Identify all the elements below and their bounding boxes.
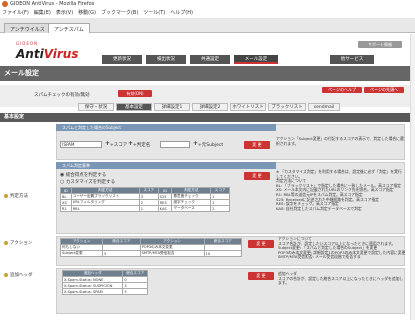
header-side-label-text: 追加ヘッダ xyxy=(10,273,33,278)
judge-side-label: 判定方法 xyxy=(4,193,28,199)
menu-view[interactable]: 表示(V) xyxy=(56,9,73,16)
judge-cell: RBL xyxy=(70,205,140,212)
menu-edit[interactable]: 編集(E) xyxy=(34,9,51,16)
judge-option-total-label: 総合得点を判定する xyxy=(65,173,107,178)
bullet-icon xyxy=(4,193,8,198)
page-top-button[interactable]: ページの先頭へ xyxy=(364,87,404,93)
action-note: アクションについて スコア合計が、設定したいスコア以上になったときに適用されます… xyxy=(278,236,406,260)
action-side-label-text: アクション xyxy=(10,241,33,246)
window-title: GIDEON AntiVirus - Mozilla Firefox xyxy=(10,1,95,7)
header-apply-button[interactable]: 変 更 xyxy=(248,272,274,280)
scan-toggle-button[interactable]: 有効(ON) xyxy=(118,90,152,97)
tab-antivirus[interactable]: アンチウイルス xyxy=(4,23,51,33)
plus-judge-label: +判定名 xyxy=(133,143,151,148)
judge-note: ※ 「カスタマイズ判定」を利用する場合は、設定後に必ず「判定」を実行してください… xyxy=(276,169,402,211)
vertical-scrollbar[interactable] xyxy=(410,34,415,320)
menu-bookmarks[interactable]: ブックマーク(B) xyxy=(101,9,138,16)
table-row: X-Spam-Status: SPAM 5 xyxy=(61,288,148,295)
brand-small: GIDEON xyxy=(16,41,39,46)
scan-label: スパムチェックの有効/無効 xyxy=(34,93,90,98)
action-score-input[interactable]: 10 xyxy=(203,250,243,257)
subtab-bar: 保守・状況 基本設定 詳細設定1 詳細設定2 ホワイトリスト ブラックリスト s… xyxy=(0,103,415,111)
window-titlebar: GIDEON AntiVirus - Mozilla Firefox xyxy=(0,0,415,8)
subtab-basic[interactable]: 基本設定 xyxy=(116,103,152,111)
nav-common-settings[interactable]: 共通設定 xyxy=(190,55,230,64)
header-col-2: 総合スコア xyxy=(122,270,148,277)
menu-help[interactable]: ヘルプ(H) xyxy=(170,9,193,16)
subtab-whitelist[interactable]: ホワイトリスト xyxy=(230,103,266,111)
menu-bar: ファイル(F) 編集(E) 表示(V) 移動(G) ブックマーク(B) ツール(… xyxy=(0,8,415,17)
judge-score-input[interactable]: 2 xyxy=(210,205,230,212)
action-apply-button[interactable]: 変 更 xyxy=(248,240,274,248)
judge-cell: R1 xyxy=(60,205,72,212)
judge-apply-button[interactable]: 変 更 xyxy=(244,172,270,180)
nav-detection-status[interactable]: 検出状況 xyxy=(146,55,186,64)
subtab-sendmail[interactable]: sendmail xyxy=(308,103,340,111)
browser-tab-bar: アンチウイルス アンチスパム xyxy=(0,18,415,33)
subtab-detail2[interactable]: 詳細設定2 xyxy=(192,103,228,111)
judge-score-input[interactable]: 1 xyxy=(138,205,159,212)
brand-main-a: Anti xyxy=(16,47,44,61)
plus-score-label: +スコア xyxy=(110,143,128,148)
bullet-icon xyxy=(4,240,8,245)
section-basic: 基本設定 xyxy=(0,113,415,122)
support-button[interactable]: サポート情報 xyxy=(358,41,402,48)
bullet-icon xyxy=(4,272,8,277)
header-table: 追加ヘッダ 総合スコア X-Spam-Status: NONE 0 X-Spam… xyxy=(61,270,148,295)
header-score-input[interactable]: 5 xyxy=(122,288,148,295)
judge-cell: KAS xyxy=(157,205,173,212)
menu-file[interactable]: ファイル(F) xyxy=(2,9,29,16)
judge-panel-header: スパム判定基準 xyxy=(56,162,276,169)
menu-tools[interactable]: ツール(T) xyxy=(143,9,165,16)
action-score-input[interactable]: 5 xyxy=(102,250,141,257)
tab-antispam[interactable]: アンチスパム xyxy=(48,23,90,33)
nav-update-status[interactable]: 更新状況 xyxy=(102,55,142,64)
subject-note: アクション「Subject変更」の付記するスコアの表示で、判定した場合に選択され… xyxy=(276,136,404,146)
table-row: R1 RBL 1 KAS データベース 2 xyxy=(60,205,230,212)
firefox-icon xyxy=(2,1,8,7)
page-title: メール設定 xyxy=(0,66,415,81)
judge-side-label-text: 判定方法 xyxy=(10,194,28,199)
action-side-label: アクション xyxy=(4,240,32,246)
nav-other-services[interactable]: 他サービス xyxy=(330,55,374,64)
subject-suffix-input[interactable] xyxy=(160,141,190,148)
page-help-button[interactable]: ページのヘルプ xyxy=(322,87,362,93)
judge-option-total[interactable]: ◉ 総合得点を判定する xyxy=(60,172,106,178)
judge-option-custom[interactable]: ○ カスタマイズを判定する xyxy=(60,179,115,185)
brand-main-b: Virus xyxy=(43,47,79,61)
judge-table: ID 判定方法 スコア ID 判定方法 スコア BL ユーザー定義ブラックリスト… xyxy=(60,187,230,212)
subject-panel-header: スパムと判定した場合のSubject xyxy=(56,124,276,131)
subtab-blacklist[interactable]: ブラックリスト xyxy=(268,103,306,111)
brand-logo: AntiVirus xyxy=(16,47,78,61)
subject-apply-button[interactable]: 変 更 xyxy=(244,141,270,149)
action-table: アクション 総合スコア アクション 総合スコア 何もしない POP3のみ本文変更… xyxy=(59,238,243,257)
subtab-maintenance[interactable]: 保守・状況 xyxy=(78,103,114,111)
subject-prefix-input[interactable]: [SPAM xyxy=(60,141,102,148)
action-cell: SMTP/MTA受信拒否 xyxy=(139,250,205,257)
menu-go[interactable]: 移動(G) xyxy=(78,9,96,16)
action-cell: Subject変更 xyxy=(59,250,104,257)
judge-cell: データベース xyxy=(171,205,212,212)
header-note: 追加ヘッダ スコアの合計が、設定した総合スコア以上になったときにヘッダを追加しま… xyxy=(278,271,404,286)
judge-option-custom-label: カスタマイズを判定する xyxy=(65,180,116,185)
header-side-label: 追加ヘッダ xyxy=(4,272,33,278)
subtab-detail1[interactable]: 詳細設定1 xyxy=(154,103,190,111)
plus-subject-label: +元Subject xyxy=(198,143,224,148)
header-cell: X-Spam-Status: SPAM xyxy=(61,288,124,295)
nav-mail-settings[interactable]: メール設定 xyxy=(234,55,278,64)
table-row: Subject変更 5 SMTP/MTA受信拒否 10 xyxy=(59,250,243,257)
